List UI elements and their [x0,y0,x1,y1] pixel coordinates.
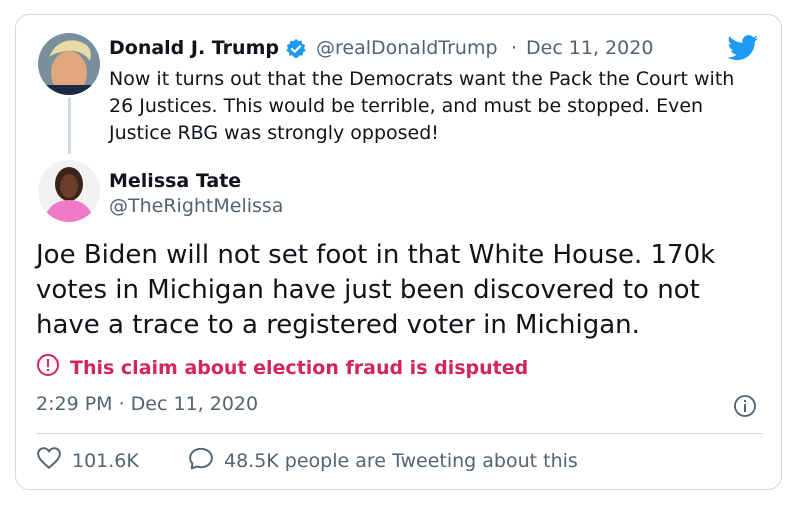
quoted-handle[interactable]: @realDonaldTrump [316,37,498,59]
thread-connector [68,98,71,154]
conversation-text: 48.5K people are Tweeting about this [224,449,578,472]
disputed-claim-label[interactable]: This claim about election fraud is dispu… [70,357,528,379]
verified-badge-icon [285,38,307,64]
like-action[interactable]: 101.6K [36,446,139,475]
trump-avatar[interactable] [38,33,100,95]
melissa-avatar[interactable] [38,160,100,222]
conversation-action[interactable]: 48.5K people are Tweeting about this [188,446,578,475]
quoted-author-name[interactable]: Donald J. Trump [109,37,279,59]
heart-icon[interactable] [36,446,62,475]
quoted-date[interactable]: Dec 11, 2020 [526,37,653,59]
like-count: 101.6K [72,449,139,472]
tweet-handle[interactable]: @TheRightMelissa [109,195,283,217]
disputed-claim-notice[interactable]: This claim about election fraud is dispu… [36,353,528,382]
exclamation-circle-icon [36,353,60,382]
twitter-bird-icon[interactable] [727,35,759,65]
speech-bubble-icon[interactable] [188,446,214,475]
tweet-text: Joe Biden will not set foot in that Whit… [36,240,716,340]
footer-divider [36,433,763,434]
tweet-timestamp[interactable]: 2:29 PM · Dec 11, 2020 [36,393,258,415]
quoted-separator: · [511,37,518,59]
info-icon[interactable] [733,394,757,422]
tweet-author-name[interactable]: Melissa Tate [109,170,241,192]
quoted-tweet-text: Now it turns out that the Democrats want… [109,68,735,144]
